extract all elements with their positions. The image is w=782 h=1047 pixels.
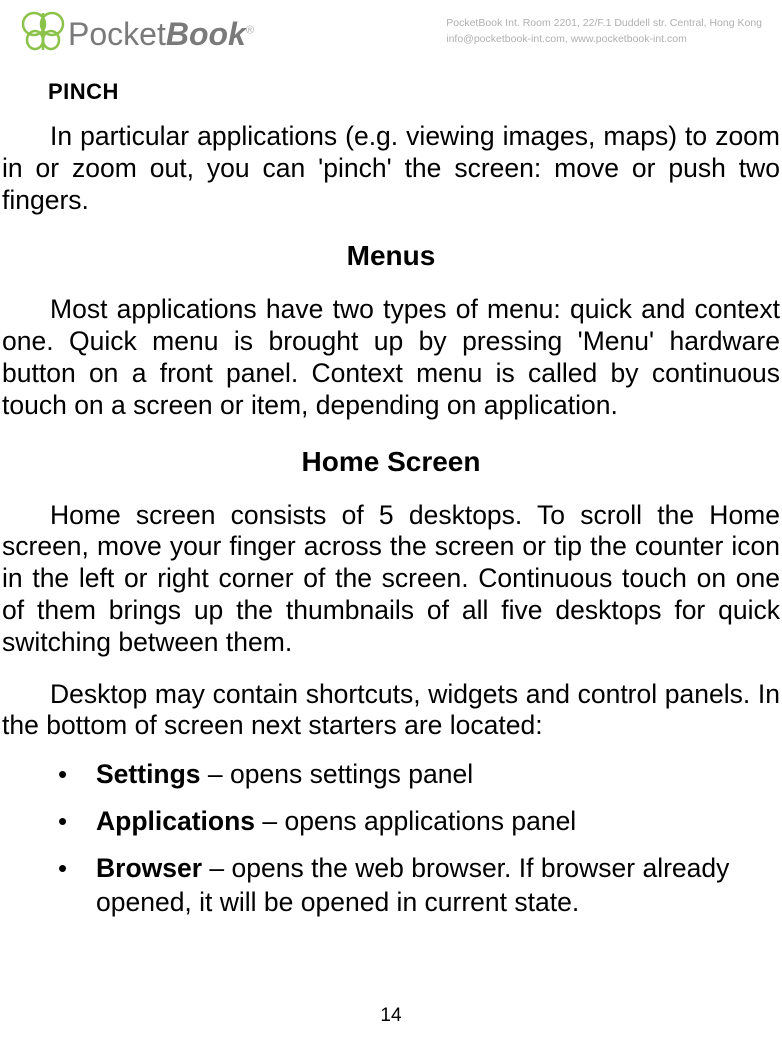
- list-item: Browser – opens the web browser. If brow…: [58, 852, 782, 918]
- home-paragraph-1: Home screen consists of 5 desktops. To s…: [0, 500, 782, 659]
- section-title-pinch: PINCH: [48, 79, 782, 105]
- home-paragraph-2: Desktop may contain shortcuts, widgets a…: [0, 679, 782, 743]
- company-address: PocketBook Int. Room 2201, 22/F.1 Duddel…: [446, 16, 762, 32]
- list-item: Applications – opens applications panel: [58, 805, 782, 838]
- menus-paragraph: Most applications have two types of menu…: [0, 294, 782, 421]
- logo-text: PocketBook®: [68, 16, 254, 53]
- section-title-home: Home Screen: [0, 446, 782, 478]
- logo-registered: ®: [246, 24, 254, 36]
- bullet-term: Settings: [96, 759, 201, 789]
- bullet-desc: – opens applications panel: [255, 806, 576, 836]
- page-header: PocketBook® PocketBook Int. Room 2201, 2…: [0, 0, 782, 59]
- starters-list: Settings – opens settings panel Applicat…: [0, 758, 782, 919]
- list-item: Settings – opens settings panel: [58, 758, 782, 791]
- page-content: PINCH In particular applications (e.g. v…: [0, 59, 782, 919]
- logo-word-2: Book: [166, 16, 246, 52]
- butterfly-icon: [20, 10, 68, 59]
- company-info: PocketBook Int. Room 2201, 22/F.1 Duddel…: [446, 10, 762, 48]
- section-title-menus: Menus: [0, 240, 782, 272]
- bullet-term: Applications: [96, 806, 255, 836]
- logo: PocketBook®: [20, 10, 254, 59]
- bullet-desc: – opens settings panel: [201, 759, 474, 789]
- page-number: 14: [0, 1005, 782, 1027]
- company-contact: info@pocketbook-int.com, www.pocketbook-…: [446, 32, 762, 48]
- bullet-term: Browser: [96, 853, 202, 883]
- logo-word-1: Pocket: [68, 16, 166, 52]
- pinch-paragraph: In particular applications (e.g. viewing…: [0, 121, 782, 216]
